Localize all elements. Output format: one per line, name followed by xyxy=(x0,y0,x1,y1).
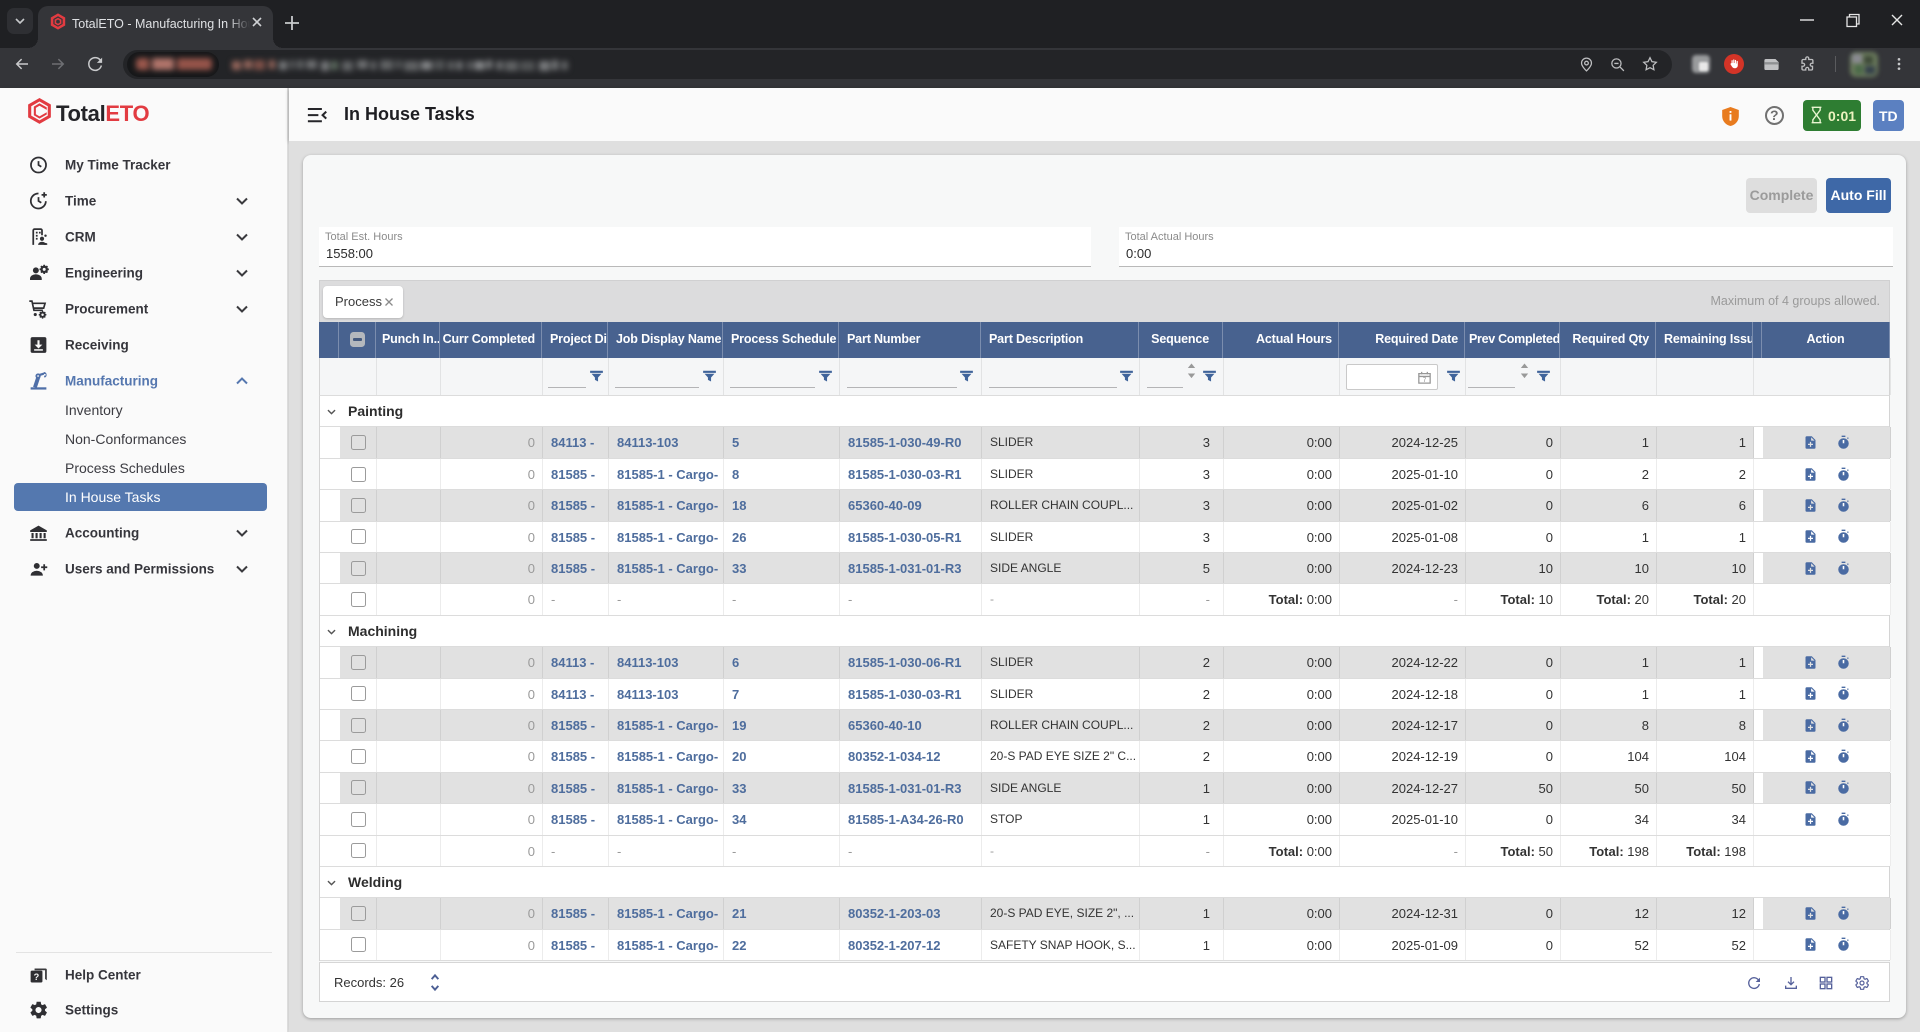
svg-text:?: ? xyxy=(34,972,40,982)
